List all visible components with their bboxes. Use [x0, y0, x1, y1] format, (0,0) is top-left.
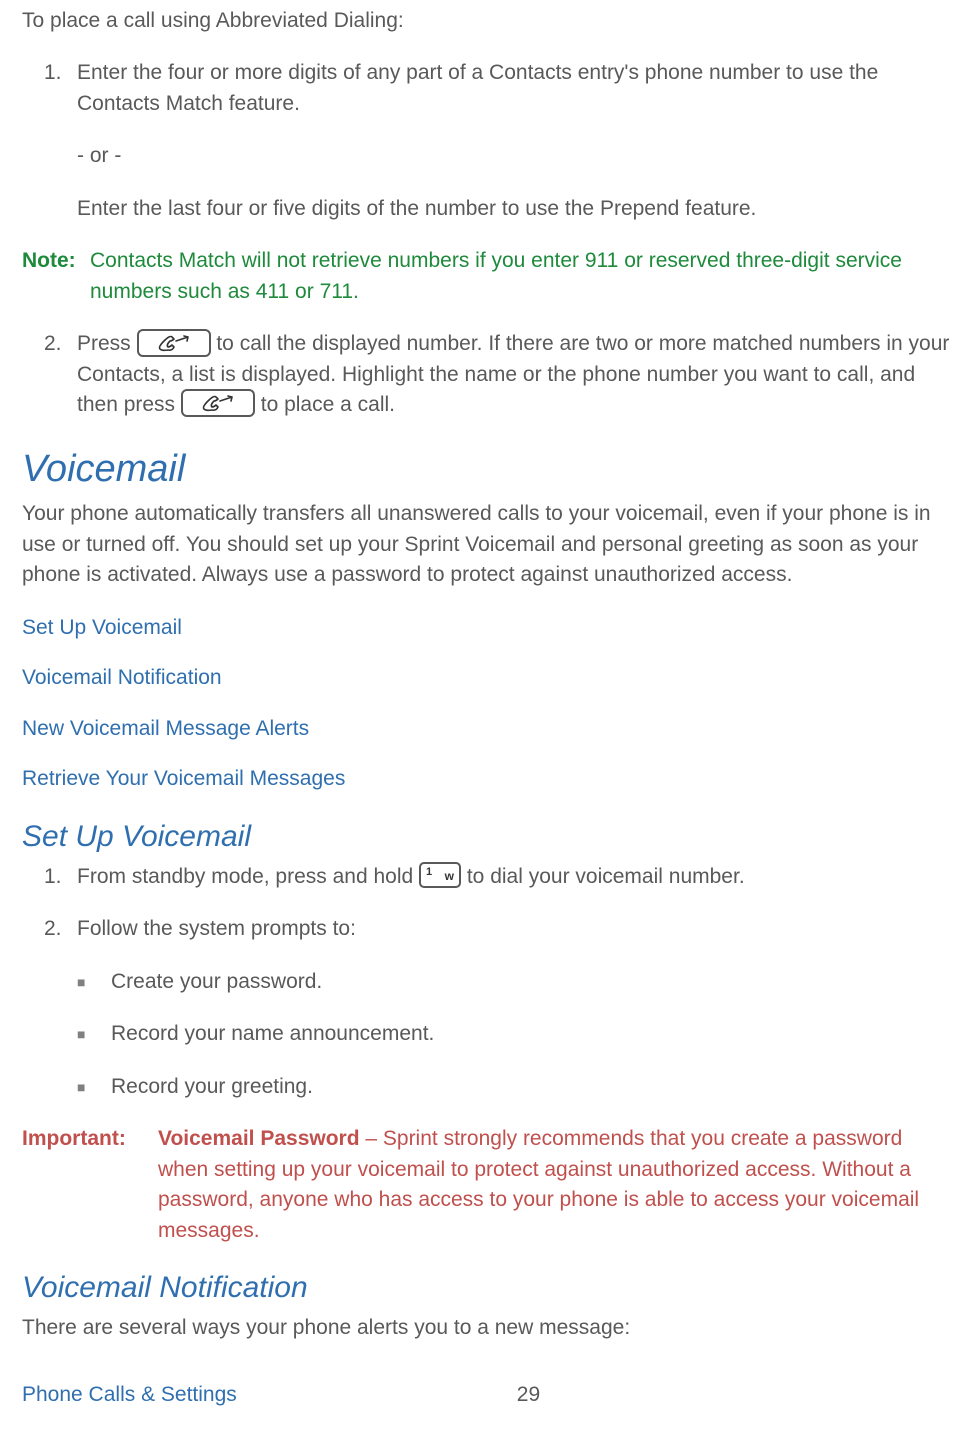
intro-text: To place a call using Abbreviated Dialin… — [22, 6, 950, 36]
or-separator: - or - — [77, 141, 950, 171]
voicemail-heading: Voicemail — [22, 442, 950, 497]
step-text: Press to call the displayed number. If t… — [77, 329, 950, 420]
set-up-voicemail-heading: Set Up Voicemail — [22, 815, 950, 859]
step-number: 1. — [22, 862, 77, 892]
bullet-text: Create your password. — [111, 967, 950, 997]
key-digit: 1 — [426, 865, 432, 881]
voicemail-notification-desc: There are several ways your phone alerts… — [22, 1313, 950, 1343]
link-set-up-voicemail[interactable]: Set Up Voicemail — [22, 613, 950, 643]
step-1-alt: Enter the last four or five digits of th… — [77, 194, 950, 224]
note-label: Note: — [22, 246, 90, 307]
key-letter: w — [445, 868, 454, 885]
link-retrieve-voicemail[interactable]: Retrieve Your Voicemail Messages — [22, 764, 950, 794]
call-key-icon — [181, 389, 255, 417]
bullet-text: Record your greeting. — [111, 1072, 950, 1102]
text-fragment: Press — [77, 332, 137, 355]
text-fragment: to dial your voicemail number. — [461, 865, 745, 888]
note-text: Contacts Match will not retrieve numbers… — [90, 246, 950, 307]
important-block: Important: Voicemail Password – Sprint s… — [22, 1124, 950, 1246]
bullet-icon: ■ — [77, 1072, 111, 1102]
bullet-icon: ■ — [77, 967, 111, 997]
step-number: 2. — [22, 329, 77, 420]
voicemail-notification-heading: Voicemail Notification — [22, 1266, 950, 1310]
bullet-item: ■ Record your name announcement. — [22, 1019, 950, 1049]
footer-section-name: Phone Calls & Settings — [22, 1380, 237, 1410]
link-voicemail-notification[interactable]: Voicemail Notification — [22, 663, 950, 693]
bullet-icon: ■ — [77, 1019, 111, 1049]
text-fragment: From standby mode, press and hold — [77, 865, 419, 888]
call-key-icon — [137, 329, 211, 357]
bullet-item: ■ Record your greeting. — [22, 1072, 950, 1102]
setup-step-2: 2. Follow the system prompts to: — [22, 914, 950, 944]
one-key-icon: 1w — [419, 862, 461, 888]
setup-step-1: 1. From standby mode, press and hold 1w … — [22, 862, 950, 892]
step-2: 2. Press to call the displayed number. I… — [22, 329, 950, 420]
page-footer: Phone Calls & Settings 29 — [22, 1380, 950, 1410]
link-new-voicemail-alerts[interactable]: New Voicemail Message Alerts — [22, 714, 950, 744]
step-text: From standby mode, press and hold 1w to … — [77, 862, 950, 892]
bullet-text: Record your name announcement. — [111, 1019, 950, 1049]
step-number: 2. — [22, 914, 77, 944]
text-fragment: to place a call. — [255, 393, 395, 416]
step-text: Enter the four or more digits of any par… — [77, 58, 950, 119]
step-1: 1. Enter the four or more digits of any … — [22, 58, 950, 119]
step-number: 1. — [22, 58, 77, 119]
voicemail-desc: Your phone automatically transfers all u… — [22, 499, 950, 590]
step-text: Follow the system prompts to: — [77, 914, 950, 944]
bullet-item: ■ Create your password. — [22, 967, 950, 997]
footer-page-number: 29 — [517, 1380, 540, 1410]
important-label: Important: — [22, 1124, 158, 1246]
document-page: To place a call using Abbreviated Dialin… — [0, 0, 972, 1430]
note-block: Note: Contacts Match will not retrieve n… — [22, 246, 950, 307]
important-text: Voicemail Password – Sprint strongly rec… — [158, 1124, 950, 1246]
important-strong: Voicemail Password — [158, 1127, 360, 1150]
